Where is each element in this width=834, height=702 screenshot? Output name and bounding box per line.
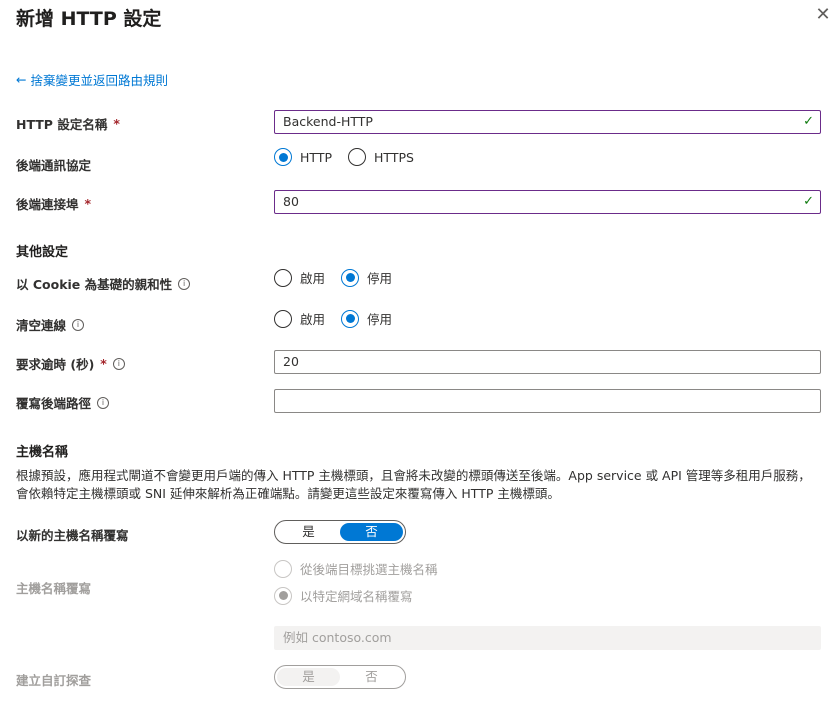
request-timeout-input[interactable]: 20 xyxy=(274,350,821,374)
override-new-host-label: 以新的主機名稱覆寫 xyxy=(16,528,129,543)
radio-selected-icon xyxy=(341,309,360,328)
radio-selected-icon xyxy=(274,586,292,605)
protocol-http-label: HTTP xyxy=(300,149,332,165)
host-override-radio-group: 從後端目標挑選主機名稱 以特定網域名稱覆寫 xyxy=(274,559,438,605)
domain-name-placeholder: 例如 contoso.com xyxy=(283,630,392,645)
additional-settings-heading: 其他設定 xyxy=(16,245,69,260)
protocol-https-label: HTTPS xyxy=(374,149,414,165)
override-specific-domain-radio[interactable]: 以特定網域名稱覆寫 xyxy=(274,586,438,605)
close-icon[interactable]: ✕ xyxy=(812,4,834,26)
custom-probe-label: 建立自訂探查 xyxy=(16,673,92,688)
override-specific-domain-label: 以特定網域名稱覆寫 xyxy=(300,589,413,604)
custom-probe-toggle[interactable]: 是 否 xyxy=(274,665,406,689)
http-name-label: HTTP 設定名稱 * xyxy=(16,114,120,133)
info-icon[interactable]: i xyxy=(178,277,191,290)
required-marker: * xyxy=(100,356,107,371)
info-icon[interactable]: i xyxy=(97,396,110,409)
protocol-http-radio[interactable]: HTTP xyxy=(274,148,332,166)
info-icon[interactable]: i xyxy=(112,357,125,370)
protocol-https-radio[interactable]: HTTPS xyxy=(348,148,414,166)
port-value: 80 xyxy=(283,194,299,209)
check-icon: ✓ xyxy=(803,194,814,209)
check-icon: ✓ xyxy=(803,114,814,129)
request-timeout-label-text: 要求逾時 (秒) xyxy=(16,357,95,372)
disable-label: 停用 xyxy=(367,312,393,327)
http-name-input[interactable]: Backend-HTTP ✓ xyxy=(274,110,821,134)
cookie-affinity-label: 以 Cookie 為基礎的親和性 i xyxy=(16,274,191,293)
domain-name-input[interactable]: 例如 contoso.com xyxy=(274,626,821,650)
toggle-yes-option[interactable]: 是 xyxy=(277,523,340,541)
toggle-yes-option[interactable]: 是 xyxy=(277,668,340,686)
http-name-value: Backend-HTTP xyxy=(283,114,373,129)
port-label: 後端連接埠 * xyxy=(16,194,91,213)
disable-label: 停用 xyxy=(367,271,393,286)
host-override-label: 主機名稱覆寫 xyxy=(16,581,92,596)
connection-draining-enable-radio[interactable]: 啟用 xyxy=(274,309,325,328)
cookie-affinity-label-text: 以 Cookie 為基礎的親和性 xyxy=(16,277,173,292)
pick-from-backend-label: 從後端目標挑選主機名稱 xyxy=(300,562,438,577)
radio-selected-icon xyxy=(341,268,360,287)
toggle-no-option[interactable]: 否 xyxy=(340,668,403,686)
enable-label: 啟用 xyxy=(300,312,326,327)
connection-draining-label-text: 清空連線 xyxy=(16,318,67,333)
cookie-affinity-radio-group: 啟用 停用 xyxy=(274,268,392,287)
connection-draining-disable-radio[interactable]: 停用 xyxy=(341,309,392,328)
enable-label: 啟用 xyxy=(300,271,326,286)
override-path-label-text: 覆寫後端路徑 xyxy=(16,396,92,411)
page-title: 新增 HTTP 設定 xyxy=(16,8,162,30)
override-path-label: 覆寫後端路徑 i xyxy=(16,393,110,412)
radio-unselected-icon xyxy=(274,309,292,328)
cookie-affinity-enable-radio[interactable]: 啟用 xyxy=(274,268,325,287)
protocol-radio-group: HTTP HTTPS xyxy=(274,148,414,166)
toggle-no-option[interactable]: 否 xyxy=(340,523,403,541)
discard-back-link[interactable]: ← 捨棄變更並返回路由規則 xyxy=(16,70,168,89)
host-name-description: 根據預設，應用程式閘道不會變更用戶端的傳入 HTTP 主機標頭，且會將未改變的標… xyxy=(16,468,811,501)
cookie-affinity-disable-radio[interactable]: 停用 xyxy=(341,268,392,287)
request-timeout-label: 要求逾時 (秒) * i xyxy=(16,354,125,373)
http-name-label-text: HTTP 設定名稱 xyxy=(16,117,108,132)
port-input[interactable]: 80 ✓ xyxy=(274,190,821,214)
required-marker: * xyxy=(84,196,92,211)
info-icon[interactable]: i xyxy=(72,318,85,331)
port-label-text: 後端連接埠 xyxy=(16,197,79,212)
radio-selected-icon xyxy=(274,148,292,166)
pick-from-backend-radio[interactable]: 從後端目標挑選主機名稱 xyxy=(274,559,438,578)
back-link-label: 捨棄變更並返回路由規則 xyxy=(30,73,168,88)
radio-unselected-icon xyxy=(274,559,292,578)
arrow-left-icon: ← xyxy=(16,72,27,87)
radio-unselected-icon xyxy=(274,268,292,287)
override-new-host-toggle[interactable]: 是 否 xyxy=(274,520,406,544)
connection-draining-radio-group: 啟用 停用 xyxy=(274,309,392,328)
protocol-label: 後端通訊協定 xyxy=(16,158,92,173)
radio-unselected-icon xyxy=(348,148,366,166)
connection-draining-label: 清空連線 i xyxy=(16,315,85,334)
override-path-input[interactable] xyxy=(274,389,821,413)
required-marker: * xyxy=(113,116,120,131)
host-name-heading: 主機名稱 xyxy=(16,445,69,460)
request-timeout-value: 20 xyxy=(283,354,299,369)
